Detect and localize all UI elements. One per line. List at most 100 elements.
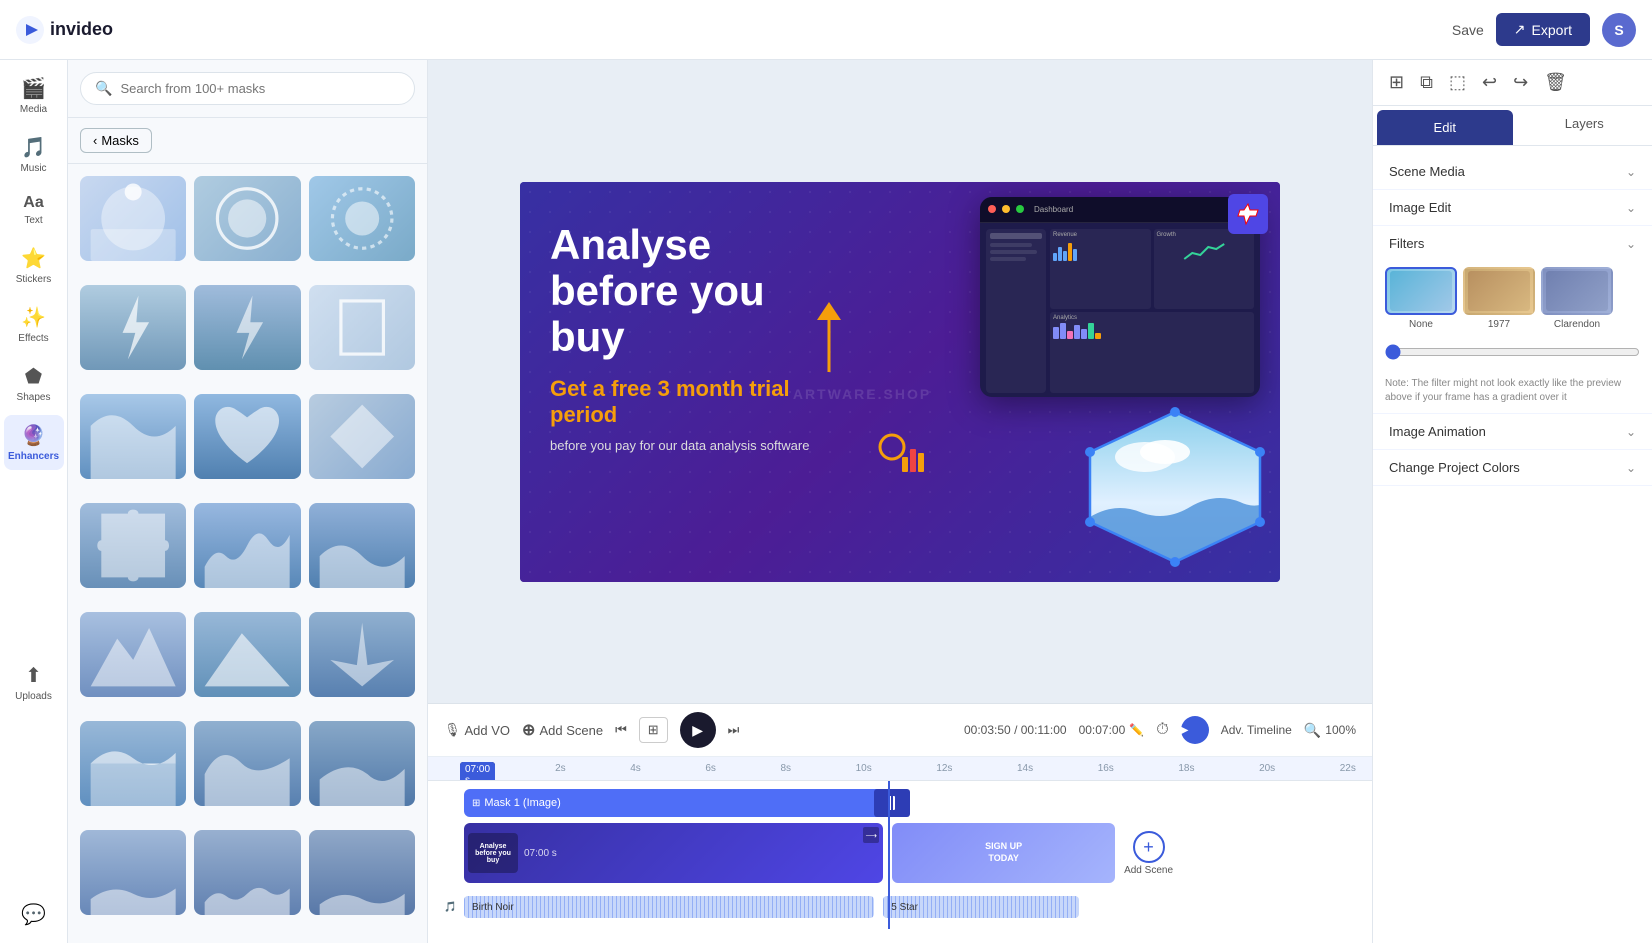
mask-item-puzzle-1[interactable] bbox=[80, 503, 186, 588]
filter-thumb-clarendon bbox=[1541, 267, 1613, 315]
mask-track-end[interactable] bbox=[874, 789, 910, 817]
undo-button[interactable]: ↩ bbox=[1478, 68, 1501, 97]
skip-forward-button[interactable]: ⏭ bbox=[728, 722, 740, 738]
mask-item-wave-3[interactable] bbox=[309, 503, 415, 588]
sidebar-icons: 🎬 Media 🎵 Music Aa Text ⭐ Stickers ✨ Eff… bbox=[0, 60, 68, 943]
timer-icon-btn[interactable]: ⏱ bbox=[1156, 721, 1168, 739]
shapes-icon: ⬟ bbox=[25, 364, 42, 389]
canvas-body-text: before you pay for our data analysis sof… bbox=[550, 438, 832, 453]
scene2-track[interactable]: SIGN UPTODAY bbox=[892, 823, 1115, 883]
filters-header[interactable]: Filters ⌄ bbox=[1373, 226, 1652, 261]
mask-item-wave-bottom-3[interactable] bbox=[309, 830, 415, 915]
hexagon-element[interactable] bbox=[1085, 407, 1265, 567]
plus-icon: ⊕ bbox=[522, 720, 535, 740]
add-scene-track[interactable]: + Add Scene bbox=[1124, 831, 1173, 876]
sidebar-item-enhancers[interactable]: 🔮 Enhancers bbox=[4, 415, 64, 470]
play-button[interactable]: ▶ bbox=[680, 712, 716, 748]
search-input[interactable] bbox=[120, 81, 400, 96]
add-scene-button[interactable]: ⊕ Add Scene bbox=[522, 720, 603, 740]
chat-icon: 💬 bbox=[21, 902, 46, 927]
filters-row: None 1977 Clarendon bbox=[1373, 261, 1652, 340]
topbar-right: Save ↗ Export S bbox=[1452, 13, 1636, 47]
panel-section-scene-media: Scene Media ⌄ bbox=[1373, 154, 1652, 190]
filter-slider bbox=[1373, 340, 1652, 373]
track-row-audio: 🎵 Birth Noir 5 Star bbox=[444, 891, 1356, 921]
filter-clarendon[interactable]: Clarendon bbox=[1541, 267, 1613, 330]
right-panel: ⊞ ⧉ ⬚ ↩ ↪ 🗑 Edit Layers Scene Media ⌄ bbox=[1372, 60, 1652, 943]
sidebar-item-shapes[interactable]: ⬟ Shapes bbox=[4, 356, 64, 411]
filter-none[interactable]: None bbox=[1385, 267, 1457, 330]
mask-item-wave-1[interactable] bbox=[80, 394, 186, 479]
scene-view-button[interactable]: ⊞ bbox=[639, 717, 668, 743]
mask-item-spike-1[interactable] bbox=[309, 612, 415, 697]
scene-media-header[interactable]: Scene Media ⌄ bbox=[1373, 154, 1652, 189]
layers-stack-button[interactable]: ⧉ bbox=[1416, 68, 1437, 97]
mask-item-land-1[interactable] bbox=[80, 721, 186, 806]
chat-icon-item[interactable]: 💬 bbox=[4, 894, 64, 935]
sidebar-item-text[interactable]: Aa Text bbox=[4, 186, 64, 234]
topbar: invideo Save ↗ Export S bbox=[0, 0, 1652, 60]
main-layout: 🎬 Media 🎵 Music Aa Text ⭐ Stickers ✨ Eff… bbox=[0, 60, 1652, 943]
masks-header: ‹ Masks bbox=[68, 118, 427, 164]
sidebar-item-music[interactable]: 🎵 Music bbox=[4, 127, 64, 182]
avatar[interactable]: S bbox=[1602, 13, 1636, 47]
skip-back-button[interactable]: ⏮ bbox=[615, 722, 627, 738]
text-icon: Aa bbox=[23, 194, 43, 212]
tab-edit[interactable]: Edit bbox=[1377, 110, 1513, 145]
change-colors-header[interactable]: Change Project Colors ⌄ bbox=[1373, 450, 1652, 485]
mask-item-land-2[interactable] bbox=[194, 721, 300, 806]
mask-item-wave-bottom-2[interactable] bbox=[194, 830, 300, 915]
mask-item-wave-bottom-1[interactable] bbox=[80, 830, 186, 915]
export-button[interactable]: ↗ Export bbox=[1496, 13, 1590, 46]
mask-item-mountain-1[interactable] bbox=[80, 612, 186, 697]
logo: invideo bbox=[16, 16, 113, 44]
mask-item-lightning-2[interactable] bbox=[194, 285, 300, 370]
sidebar-item-stickers[interactable]: ⭐ Stickers bbox=[4, 238, 64, 293]
mask-item-land-3[interactable] bbox=[309, 721, 415, 806]
mask-item-rect-1[interactable] bbox=[309, 285, 415, 370]
masks-back-button[interactable]: ‹ Masks bbox=[80, 128, 152, 153]
image-edit-header[interactable]: Image Edit ⌄ bbox=[1373, 190, 1652, 225]
logo-text: invideo bbox=[50, 19, 113, 40]
mask-item-lightning-1[interactable] bbox=[80, 285, 186, 370]
tab-layers[interactable]: Layers bbox=[1517, 106, 1652, 145]
mask-track-bar[interactable]: ⊞ Mask 1 (Image) bbox=[464, 789, 892, 817]
record-btn[interactable]: ▶ bbox=[1181, 716, 1209, 744]
scene1-track[interactable]: Analyse before you buy 07:00 s ⟶ bbox=[464, 823, 883, 883]
audio-track-1[interactable]: Birth Noir bbox=[464, 896, 874, 918]
add-scene-circle: + bbox=[1133, 831, 1165, 863]
mask-button[interactable]: ⬚ bbox=[1445, 68, 1470, 97]
right-panel-body: Scene Media ⌄ Image Edit ⌄ Filters ⌄ bbox=[1373, 146, 1652, 943]
sidebar-item-uploads[interactable]: ⬆ Uploads bbox=[4, 655, 64, 710]
mask-item-circle-2[interactable] bbox=[194, 176, 300, 261]
zoom-area: 🔍 100% bbox=[1304, 722, 1356, 739]
canvas-watermark: ARTWARE.SHOP bbox=[793, 386, 931, 402]
canvas-wrapper: Analyse before you buy Get a free 3 mont… bbox=[520, 182, 1280, 582]
canvas-frame[interactable]: Analyse before you buy Get a free 3 mont… bbox=[520, 182, 1280, 582]
enhancers-icon: 🔮 bbox=[21, 423, 46, 448]
filter-1977[interactable]: 1977 bbox=[1463, 267, 1535, 330]
save-button[interactable]: Save bbox=[1452, 22, 1484, 38]
back-chevron-icon: ‹ bbox=[93, 133, 97, 148]
grid-view-button[interactable]: ⊞ bbox=[1385, 68, 1408, 97]
mask-item-diamond-1[interactable] bbox=[309, 394, 415, 479]
delete-button[interactable]: 🗑 bbox=[1540, 68, 1571, 97]
sidebar-item-effects[interactable]: ✨ Effects bbox=[4, 297, 64, 352]
mask-item-mountain-2[interactable] bbox=[194, 612, 300, 697]
zoom-icon: 🔍 bbox=[1304, 722, 1321, 739]
sidebar-item-media[interactable]: 🎬 Media bbox=[4, 68, 64, 123]
image-animation-header[interactable]: Image Animation ⌄ bbox=[1373, 414, 1652, 449]
image-edit-chevron: ⌄ bbox=[1626, 201, 1636, 215]
redo-button[interactable]: ↪ bbox=[1509, 68, 1532, 97]
mask-item-circle-1[interactable] bbox=[80, 176, 186, 261]
mask-item-wave-2[interactable] bbox=[194, 503, 300, 588]
mask-item-circle-3[interactable] bbox=[309, 176, 415, 261]
left-panel: 🔍 ‹ Masks bbox=[68, 60, 428, 943]
track-row-mask: ⊞ Mask 1 (Image) bbox=[444, 787, 1356, 819]
add-vo-button[interactable]: 🎙 Add VO bbox=[444, 722, 510, 738]
filter-intensity-slider[interactable] bbox=[1385, 344, 1640, 360]
stickers-icon: ⭐ bbox=[21, 246, 46, 271]
mask-item-heart-1[interactable] bbox=[194, 394, 300, 479]
audio-track-2[interactable]: 5 Star bbox=[883, 896, 1079, 918]
search-icon: 🔍 bbox=[95, 80, 112, 97]
